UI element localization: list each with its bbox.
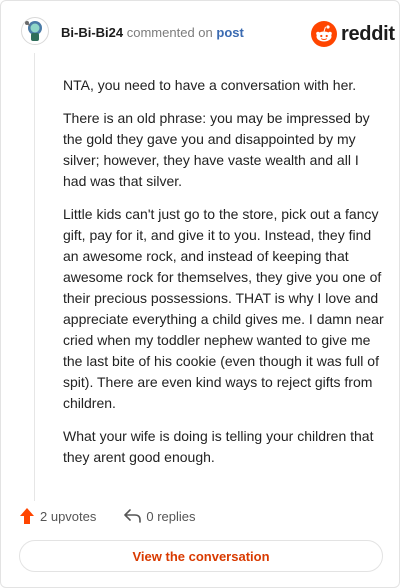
comment-actions: 2 upvotes 0 replies [19, 506, 196, 526]
comment-card: Bi-Bi-Bi24 commented on post reddit NTA,… [0, 0, 400, 588]
comment-header: Bi-Bi-Bi24 commented on post reddit [1, 1, 400, 65]
reddit-wordmark: reddit [341, 22, 395, 45]
reply-count: 0 replies [146, 508, 196, 524]
commented-on-text: commented on [126, 25, 213, 40]
comment-paragraph-1: NTA, you need to have a conversation wit… [63, 77, 357, 93]
thread-line [34, 53, 35, 501]
comment-paragraph-4: What your wife is doing is telling your … [63, 428, 374, 465]
avatar[interactable] [21, 17, 49, 45]
comment-paragraph-3: Little kids can't just go to the store, … [63, 206, 384, 411]
upvote-arrow-icon[interactable] [19, 507, 35, 525]
reddit-logo[interactable]: reddit [311, 21, 395, 47]
reply-arrow-icon[interactable] [124, 509, 142, 523]
post-link[interactable]: post [216, 25, 243, 40]
comment-paragraph-2: There is an old phrase: you may be impre… [63, 110, 370, 189]
comment-body: NTA, you need to have a conversation wit… [63, 75, 385, 480]
username-link[interactable]: Bi-Bi-Bi24 [61, 25, 123, 40]
upvote-count: 2 upvotes [40, 508, 97, 524]
view-conversation-button[interactable]: View the conversation [19, 540, 383, 572]
comment-meta: Bi-Bi-Bi24 commented on post [61, 25, 244, 41]
reddit-snoo-icon [311, 21, 337, 47]
